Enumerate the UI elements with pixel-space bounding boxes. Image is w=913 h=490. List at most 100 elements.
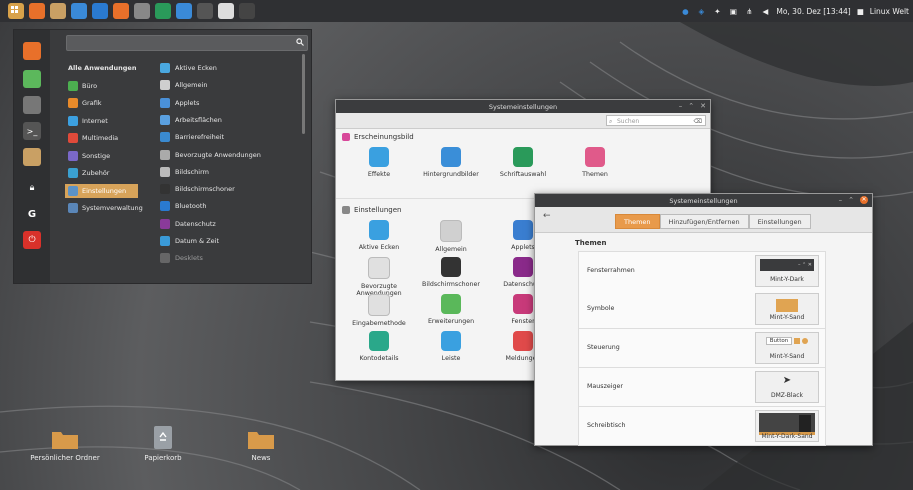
menu-category-3[interactable]: Internet [68, 114, 108, 128]
settings-item-3[interactable]: Themen [560, 147, 630, 178]
app-label: Bevorzugte Anwendungen [175, 150, 261, 159]
menu-app-2[interactable]: Applets [160, 96, 199, 110]
settings-item-10[interactable]: Eingabemethode [344, 294, 414, 327]
app-label: Aktive Ecken [175, 64, 217, 72]
minimize-icon[interactable]: – [679, 102, 683, 110]
back-icon[interactable]: ← [543, 211, 551, 221]
screenshot-icon[interactable] [92, 3, 108, 19]
photo-icon[interactable] [176, 3, 192, 19]
menu-category-2[interactable]: Grafik [68, 96, 102, 110]
theme-preview-button[interactable]: Mint-Y-Sand [755, 293, 819, 325]
terminal2-icon[interactable] [239, 3, 255, 19]
settings-item-icon [513, 220, 533, 240]
clipboard-icon[interactable]: ▣ [728, 6, 738, 16]
tab-settings[interactable]: Einstellungen [748, 214, 811, 229]
menu-category-4[interactable]: Multimedia [68, 131, 118, 145]
theme-row-window-borders[interactable]: Fensterrahmen – ⌃ ✕ Mint-Y-Dark [578, 251, 826, 291]
desktop-icon-trash[interactable]: Papierkorb [128, 424, 198, 462]
menu-scrollbar[interactable] [302, 54, 305, 134]
theme-row-icons[interactable]: Symbole Mint-Y-Sand [578, 290, 826, 329]
theme-preview-button[interactable]: ➤ DMZ-Black [755, 371, 819, 403]
settings-icon[interactable] [134, 3, 150, 19]
menu-category-1[interactable]: Büro [68, 79, 97, 93]
menu-category-0[interactable]: Alle Anwendungen [68, 61, 136, 75]
window-titlebar[interactable]: Systemeinstellungen – ⌃ ✕ [336, 100, 710, 113]
clear-icon[interactable]: ⌫ [694, 116, 702, 127]
menu-category-5[interactable]: Sonstige [68, 149, 110, 163]
terminal-icon[interactable]: >_ [23, 122, 41, 140]
category-icon [68, 98, 78, 108]
menu-app-7[interactable]: Bildschirmschoner [160, 182, 235, 196]
mint-software-icon[interactable] [23, 70, 41, 88]
maximize-icon[interactable]: ⌃ [688, 102, 694, 110]
menu-category-8[interactable]: Systemverwaltung [68, 201, 143, 215]
chat-icon[interactable] [71, 3, 87, 19]
preview-caption: Mint-Y-Dark [770, 276, 804, 283]
menu-category-6[interactable]: Zubehör [68, 166, 109, 180]
menu-app-11[interactable]: Desklets [160, 251, 203, 265]
media-icon[interactable] [113, 3, 129, 19]
theme-row-desktop[interactable]: Schreibtisch Mint-Y-Dark-Sand [578, 407, 826, 446]
settings-item-7[interactable]: Bevorzugte Anwendungen [344, 257, 414, 297]
desktop-icon-news[interactable]: News [226, 428, 296, 462]
settings-icon[interactable] [23, 96, 41, 114]
app-icon [160, 218, 170, 229]
update-icon[interactable]: ✦ [712, 6, 722, 16]
tab-add-remove[interactable]: Hinzufügen/Entfernen [659, 214, 749, 229]
menu-app-10[interactable]: Datum & Zeit [160, 234, 219, 248]
theme-row-controls[interactable]: Steuerung Button Mint-Y-Sand [578, 329, 826, 368]
theme-row-cursor[interactable]: Mauszeiger ➤ DMZ-Black [578, 368, 826, 407]
volume-icon[interactable]: ◀ [760, 6, 770, 16]
network-icon[interactable]: ⋔ [744, 6, 754, 16]
app-icon [160, 63, 170, 73]
search-input[interactable] [66, 35, 308, 51]
settings-search-input[interactable]: ⌕ Suchen ⌫ [606, 115, 706, 126]
theme-preview-button[interactable]: – ⌃ ✕ Mint-Y-Dark [755, 255, 819, 287]
menu-app-1[interactable]: Allgemein [160, 78, 207, 92]
menu-category-7[interactable]: Einstellungen [65, 183, 138, 198]
settings-item-11[interactable]: Erweiterungen [416, 294, 486, 325]
files-icon[interactable] [23, 148, 41, 166]
menu-app-4[interactable]: Barrierefreiheit [160, 130, 224, 144]
window-titlebar[interactable]: Systemeinstellungen – ⌃ ✕ [535, 194, 872, 207]
menu-app-3[interactable]: Arbeitsflächen [160, 113, 222, 127]
menu-app-6[interactable]: Bildschirm [160, 165, 209, 179]
terminal-icon[interactable] [197, 3, 213, 19]
menu-app-5[interactable]: Bevorzugte Anwendungen [160, 148, 261, 162]
shield-icon[interactable]: ◈ [696, 6, 706, 16]
close-icon[interactable]: ✕ [700, 102, 706, 110]
settings-item-13[interactable]: Kontodetails [344, 331, 414, 362]
folder-icon[interactable] [50, 3, 66, 19]
settings-item-8[interactable]: Bildschirmschoner [416, 257, 486, 288]
user-name[interactable]: Linux Welt [870, 7, 909, 16]
lock-icon[interactable]: 🔒︎ [23, 179, 41, 197]
close-icon[interactable]: ✕ [860, 196, 868, 204]
folder-icon [247, 428, 275, 450]
logout-icon[interactable]: G [23, 205, 41, 223]
theme-preview-button[interactable]: Button Mint-Y-Sand [755, 332, 819, 364]
spreadsheet-icon[interactable] [155, 3, 171, 19]
desktop-icon-home[interactable]: Persönlicher Ordner [30, 428, 100, 462]
theme-preview-button[interactable]: Mint-Y-Dark-Sand [755, 410, 819, 442]
settings-item-2[interactable]: Schriftauswahl [488, 147, 558, 178]
minimize-icon[interactable]: – [839, 196, 843, 204]
info-icon[interactable]: ● [680, 6, 690, 16]
settings-item-14[interactable]: Leiste [416, 331, 486, 362]
app-icon [160, 149, 170, 160]
menu-icon[interactable] [8, 3, 24, 19]
menu-app-0[interactable]: Aktive Ecken [160, 61, 217, 75]
mint-icon[interactable] [29, 3, 45, 19]
settings-item-0[interactable]: Effekte [344, 147, 414, 178]
clock[interactable]: Mo, 30. Dez [13:44] [776, 7, 850, 16]
settings-item-1[interactable]: Hintergrundbilder [416, 147, 486, 178]
maximize-icon[interactable]: ⌃ [848, 196, 854, 204]
settings-item-5[interactable]: Allgemein [416, 220, 486, 253]
firefox-icon[interactable] [23, 42, 41, 60]
tab-themes[interactable]: Themen [615, 214, 660, 229]
menu-app-8[interactable]: Bluetooth [160, 199, 207, 213]
settings-item-4[interactable]: Aktive Ecken [344, 220, 414, 251]
power-icon[interactable]: ⏻ [23, 231, 41, 249]
save-icon[interactable] [218, 3, 234, 19]
menu-app-9[interactable]: Datenschutz [160, 217, 216, 231]
app-label: Datum & Zeit [175, 237, 219, 245]
